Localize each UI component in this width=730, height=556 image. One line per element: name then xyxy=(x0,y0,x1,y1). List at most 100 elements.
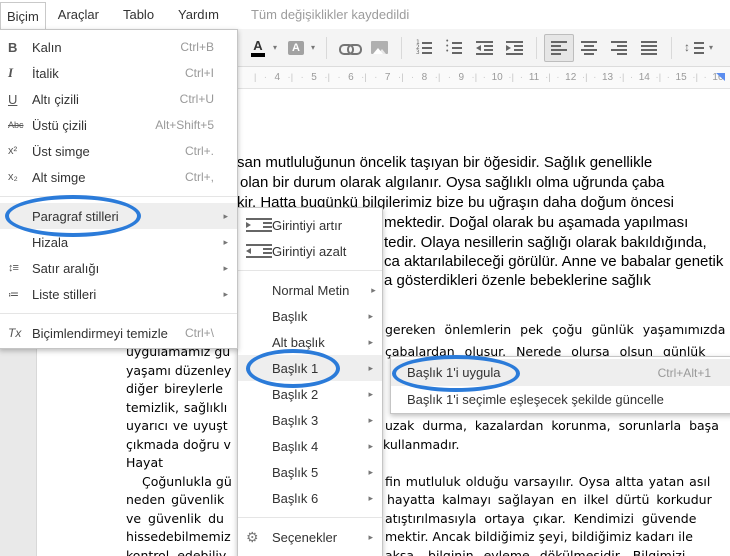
menu-item[interactable] xyxy=(238,517,382,518)
bulleted-list-button[interactable] xyxy=(439,34,469,62)
menu-item[interactable]: Başlık 5 ▸ xyxy=(238,459,382,485)
ruler-number: 4 xyxy=(274,71,281,83)
submenu-arrow-icon: ▸ xyxy=(368,466,373,477)
annotation-circle-heading1 xyxy=(246,349,340,388)
toolbar-divider xyxy=(401,36,403,59)
menu-item[interactable]: Başlık 4 ▸ xyxy=(238,433,382,459)
menu-item-icon: ≔ xyxy=(8,288,19,301)
menu-item[interactable]: B Kalın Ctrl+B xyxy=(0,34,237,60)
chevron-down-icon[interactable]: ▾ xyxy=(709,43,713,52)
chevron-down-icon[interactable]: ▾ xyxy=(273,43,277,52)
autosave-status[interactable]: Tüm değişiklikler kaydedildi xyxy=(251,7,409,22)
doc-text-line: ve güvenlik du xyxy=(126,511,224,526)
align-right-button[interactable] xyxy=(604,34,634,62)
doc-text-line: kontrol edebiliy xyxy=(126,548,227,556)
ruler-cell: | · 13 · xyxy=(585,71,622,83)
align-right-icon xyxy=(611,40,628,55)
menu-item[interactable]: ≔ Liste stilleri ▸ xyxy=(0,281,237,307)
menubar-item[interactable]: Tablo xyxy=(111,0,166,29)
menu-item-icon: ⚙ xyxy=(246,528,259,545)
menubar-item[interactable]: Biçim xyxy=(0,1,46,30)
menu-item[interactable]: Girintiyi artır xyxy=(238,212,382,238)
menu-item[interactable]: Abc Üstü çizili Alt+Shift+5 xyxy=(0,112,237,138)
menubar-item[interactable]: Araçlar xyxy=(46,0,111,29)
menu-item-icon: Tx xyxy=(8,326,22,340)
menu-item[interactable]: ⚙ Seçenekler ▸ xyxy=(238,524,382,550)
ruler-cell: | · 9 · xyxy=(437,71,475,83)
menu-item[interactable]: Normal Metin ▸ xyxy=(238,277,382,303)
doc-text-line: aksa, bilginin eyleme dökülmesidir. Bilg… xyxy=(385,548,686,556)
submenu-arrow-icon: ▸ xyxy=(371,284,376,295)
submenu-arrow-icon: ▸ xyxy=(368,362,373,373)
menu-item[interactable]: Tx Biçimlendirmeyi temizle Ctrl+\ xyxy=(0,320,237,346)
doc-text-line: tedir. Olaya nesillerin sağlığı olarak b… xyxy=(384,234,707,251)
justify-button[interactable] xyxy=(634,34,664,62)
menu-item-label: Liste stilleri xyxy=(32,286,97,302)
menu-item-icon: U xyxy=(8,91,18,107)
menu-item-label: Başlık 3 xyxy=(272,412,319,428)
menubar: Biçim Araçlar Tablo Yardım Tüm değişiklikle… xyxy=(0,0,730,30)
menu-item-label: Satır aralığı xyxy=(32,260,100,276)
chevron-down-icon[interactable]: ▾ xyxy=(311,43,315,52)
increase-indent-icon xyxy=(505,40,523,55)
menu-item[interactable]: x₂ Alt simge Ctrl+, xyxy=(0,164,237,190)
submenu-arrow-icon: ▸ xyxy=(368,388,373,399)
ruler-number: 14 xyxy=(638,71,650,83)
submenu-arrow-icon: ▸ xyxy=(368,440,373,451)
doc-text-line: san mutluluğunun öncelik taşıyan bir öğe… xyxy=(237,154,653,171)
align-center-button[interactable] xyxy=(574,34,604,62)
doc-text-line: mektir. Ancak bildiğimiz şeyi, bildiğimi… xyxy=(385,529,693,544)
menu-item[interactable]: U Altı çizili Ctrl+U xyxy=(0,86,237,112)
doc-text-line: çıkmada doğru v xyxy=(126,437,231,452)
insert-link-button[interactable] xyxy=(334,34,364,62)
menu-item[interactable]: I İtalik Ctrl+I xyxy=(0,60,237,86)
menu-item[interactable]: Başlık 6 ▸ xyxy=(238,485,382,511)
decrease-indent-button[interactable] xyxy=(469,34,499,62)
menu-item-icon: ↕≡ xyxy=(8,262,19,274)
menubar-item[interactable]: Yardım xyxy=(166,0,231,29)
ruler-number: 6 xyxy=(348,71,354,83)
numbered-list-button[interactable] xyxy=(409,34,439,62)
ruler-cell: | · 12 · xyxy=(548,71,586,83)
menu-item-icon xyxy=(246,218,272,232)
doc-text-line: a gösterdikleri özenle bebeklerine sağlı… xyxy=(384,272,651,289)
ruler-number: 8 xyxy=(421,71,428,83)
menu-item[interactable]: Başlık 3 ▸ xyxy=(238,407,382,433)
line-spacing-button[interactable] xyxy=(679,34,709,62)
doc-text-line: hissedebilmemiz xyxy=(126,529,231,544)
menu-item-shortcut: Ctrl+Alt+1 xyxy=(657,365,711,380)
doc-text-line: yaşamı düzenley xyxy=(126,363,232,378)
align-left-button[interactable] xyxy=(544,33,575,62)
menu-item-label: Üstü çizili xyxy=(32,117,87,133)
menu-item[interactable]: ↕≡ Satır aralığı ▸ xyxy=(0,255,237,281)
doc-text-line: atıştırılmasıyla ortaya çıkar. Kendimizi… xyxy=(385,511,697,526)
doc-text-line: kullanmadır. xyxy=(383,437,460,452)
ruler-number: 5 xyxy=(311,71,317,83)
ruler-cell: | · 11 · xyxy=(511,71,549,83)
line-spacing-icon xyxy=(684,40,705,55)
text-color-icon xyxy=(251,39,265,57)
submenu-arrow-icon: ▸ xyxy=(223,210,228,221)
indent-marker-icon[interactable] xyxy=(716,73,725,81)
increase-indent-button[interactable] xyxy=(499,34,529,62)
menu-item[interactable]: x² Üst simge Ctrl+. xyxy=(0,138,237,164)
menu-item-icon: x² xyxy=(8,145,18,157)
menu-item[interactable] xyxy=(0,196,237,197)
menu-item-icon: x₂ xyxy=(8,171,18,183)
text-color-button[interactable] xyxy=(243,34,273,62)
menu-item-label: Girintiyi artır xyxy=(272,217,343,233)
ruler-cell: | · 6 · xyxy=(327,71,365,83)
insert-image-button[interactable] xyxy=(364,34,394,62)
highlight-color-button[interactable] xyxy=(281,34,311,62)
doc-text-line: olan bir durum olarak algılanır. Oysa sa… xyxy=(240,174,665,191)
doc-text-line: fin mutluluk olduğu varsayılır. Oysa alt… xyxy=(385,474,711,489)
ruler-cell: | · 14 · xyxy=(621,71,659,83)
menu-item[interactable]: Girintiyi azalt xyxy=(238,238,382,264)
menu-item-label: Başlık 1'i seçimle eşleşecek şekilde gün… xyxy=(407,392,664,407)
menu-item[interactable]: Başlık ▸ xyxy=(238,303,382,329)
menu-item[interactable] xyxy=(238,270,382,271)
submenu-arrow-icon: ▸ xyxy=(368,492,373,503)
menu-item[interactable] xyxy=(0,313,237,314)
doc-text-line: ca aktarılabileceği görülür. Anne ve bab… xyxy=(384,253,724,270)
image-icon xyxy=(370,41,388,54)
